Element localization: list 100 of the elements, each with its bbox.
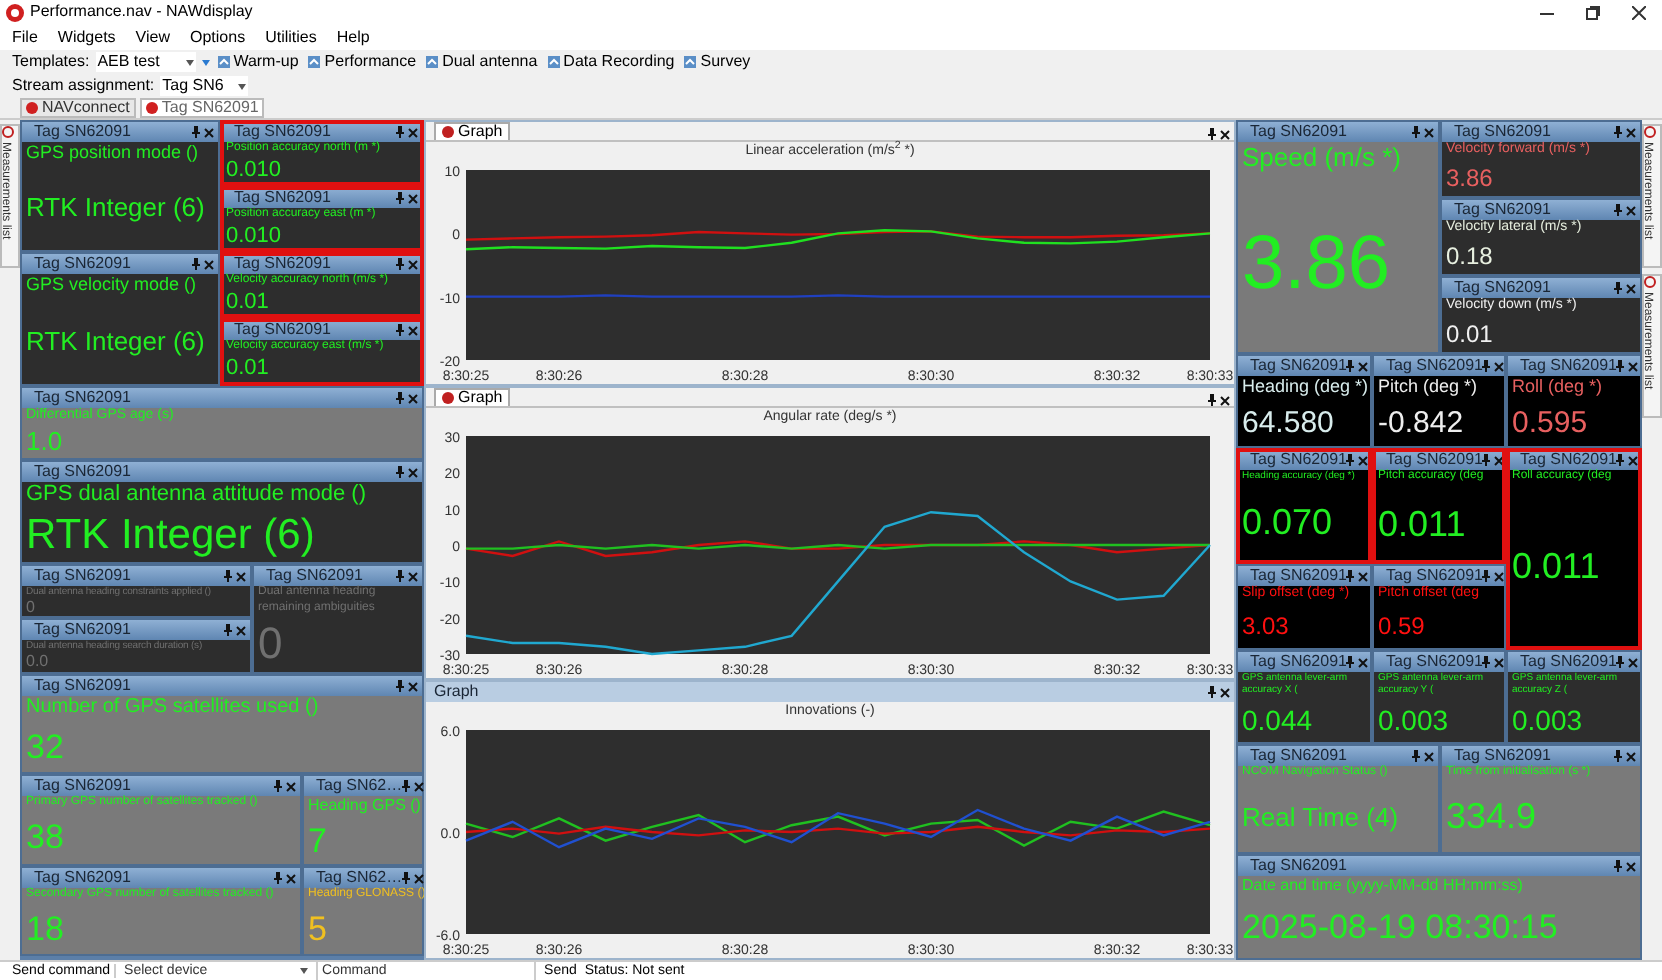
pin-icon[interactable] xyxy=(192,126,200,138)
pin-icon[interactable] xyxy=(192,258,200,270)
document-tab[interactable]: Tag SN62091 xyxy=(139,98,265,118)
menu-item[interactable]: File xyxy=(12,29,38,45)
close-icon[interactable] xyxy=(408,325,418,335)
close-icon[interactable] xyxy=(1494,571,1505,581)
close-icon[interactable] xyxy=(408,467,418,477)
templates-dropdown[interactable]: AEB test xyxy=(95,52,196,72)
close-icon[interactable] xyxy=(1494,657,1505,667)
close-icon[interactable] xyxy=(1424,127,1434,137)
widget-value: 3.86 xyxy=(1242,225,1390,302)
graph-tab[interactable]: Graph xyxy=(434,122,511,140)
close-icon[interactable] xyxy=(1628,657,1639,667)
pin-icon[interactable] xyxy=(1346,656,1355,668)
menu-item[interactable]: Widgets xyxy=(57,29,116,45)
pin-icon[interactable] xyxy=(1482,360,1491,372)
pin-icon[interactable] xyxy=(1616,454,1625,466)
menu-item[interactable]: View xyxy=(135,29,170,45)
pin-icon[interactable] xyxy=(1412,126,1420,138)
graph-title: Graph xyxy=(432,684,479,700)
close-icon[interactable] xyxy=(1358,361,1369,371)
caret-icon xyxy=(300,968,309,974)
close-icon[interactable] xyxy=(1494,361,1505,371)
pin-icon[interactable] xyxy=(1616,656,1625,668)
close-icon[interactable] xyxy=(1626,127,1636,137)
menu-item[interactable]: Options xyxy=(190,29,246,45)
pin-icon[interactable] xyxy=(396,324,404,336)
close-icon[interactable] xyxy=(1358,657,1369,667)
template-button[interactable]: Warm-up xyxy=(215,54,301,70)
menu-item[interactable]: Utilities xyxy=(265,29,317,45)
close-icon[interactable] xyxy=(1424,751,1434,761)
pin-icon[interactable] xyxy=(402,872,411,884)
pin-icon[interactable] xyxy=(1614,204,1622,216)
maximize-icon[interactable] xyxy=(1586,5,1600,19)
pin-icon[interactable] xyxy=(274,780,282,792)
close-icon[interactable] xyxy=(286,781,296,791)
pin-icon[interactable] xyxy=(1482,570,1491,582)
close-icon[interactable] xyxy=(1626,751,1636,761)
close-icon[interactable] xyxy=(204,127,214,137)
pin-icon[interactable] xyxy=(1614,126,1622,138)
close-icon[interactable] xyxy=(1358,455,1369,465)
stream-dropdown[interactable]: Tag SN6 xyxy=(160,76,249,96)
pin-icon[interactable] xyxy=(1208,128,1216,140)
close-icon[interactable] xyxy=(414,873,425,883)
pin-icon[interactable] xyxy=(396,192,404,204)
close-icon[interactable] xyxy=(1626,205,1636,215)
pin-icon[interactable] xyxy=(1614,860,1622,872)
pin-icon[interactable] xyxy=(396,570,404,582)
close-icon[interactable] xyxy=(236,571,246,581)
close-icon[interactable] xyxy=(236,625,246,635)
pin-icon[interactable] xyxy=(402,780,411,792)
template-button[interactable]: Performance xyxy=(306,54,419,70)
pin-icon[interactable] xyxy=(1346,570,1355,582)
template-button[interactable]: Dual antenna xyxy=(424,54,540,70)
pin-icon[interactable] xyxy=(396,680,404,692)
template-button[interactable]: Survey xyxy=(682,54,753,70)
pin-icon[interactable] xyxy=(1614,750,1622,762)
pin-icon[interactable] xyxy=(396,392,404,404)
pin-icon[interactable] xyxy=(224,570,232,582)
pin-icon[interactable] xyxy=(1614,282,1622,294)
menu-item[interactable]: Help xyxy=(336,29,370,45)
pin-icon[interactable] xyxy=(1482,656,1491,668)
pin-icon[interactable] xyxy=(396,126,404,138)
close-icon[interactable] xyxy=(414,781,425,791)
widget-tag: Tag SN62091 xyxy=(22,568,131,584)
close-icon[interactable] xyxy=(408,393,418,403)
pin-icon[interactable] xyxy=(1208,394,1216,406)
pin-icon[interactable] xyxy=(396,466,404,478)
close-icon[interactable] xyxy=(1632,5,1646,19)
pin-icon[interactable] xyxy=(1208,686,1216,698)
pin-icon[interactable] xyxy=(1346,454,1355,466)
close-icon[interactable] xyxy=(286,873,296,883)
close-icon[interactable] xyxy=(1626,283,1636,293)
close-icon[interactable] xyxy=(408,127,418,137)
close-icon[interactable] xyxy=(408,193,418,203)
close-icon[interactable] xyxy=(1628,455,1639,465)
document-tab[interactable]: NAVconnect xyxy=(20,98,136,118)
close-icon[interactable] xyxy=(204,259,214,269)
close-icon[interactable] xyxy=(1494,455,1505,465)
pin-icon[interactable] xyxy=(1346,360,1355,372)
pin-icon[interactable] xyxy=(396,258,404,270)
close-icon[interactable] xyxy=(408,681,418,691)
pin-icon[interactable] xyxy=(224,624,232,636)
graph-tab[interactable]: Graph xyxy=(434,388,511,406)
pin-icon[interactable] xyxy=(274,872,282,884)
widget-tag: Tag SN62091 xyxy=(222,256,331,272)
close-icon[interactable] xyxy=(1628,361,1639,371)
close-icon[interactable] xyxy=(408,571,418,581)
template-button[interactable]: Data Recording xyxy=(545,54,677,70)
close-icon[interactable] xyxy=(408,259,418,269)
pin-icon[interactable] xyxy=(1412,750,1420,762)
close-icon[interactable] xyxy=(1220,129,1230,139)
widget-value: 0.011 xyxy=(1378,505,1466,542)
close-icon[interactable] xyxy=(1220,395,1230,405)
close-icon[interactable] xyxy=(1626,861,1636,871)
pin-icon[interactable] xyxy=(1482,454,1491,466)
close-icon[interactable] xyxy=(1220,687,1230,697)
close-icon[interactable] xyxy=(1358,571,1369,581)
pin-icon[interactable] xyxy=(1616,360,1625,372)
widget-value: 2025-08-19 08:30:15 xyxy=(1242,910,1558,944)
